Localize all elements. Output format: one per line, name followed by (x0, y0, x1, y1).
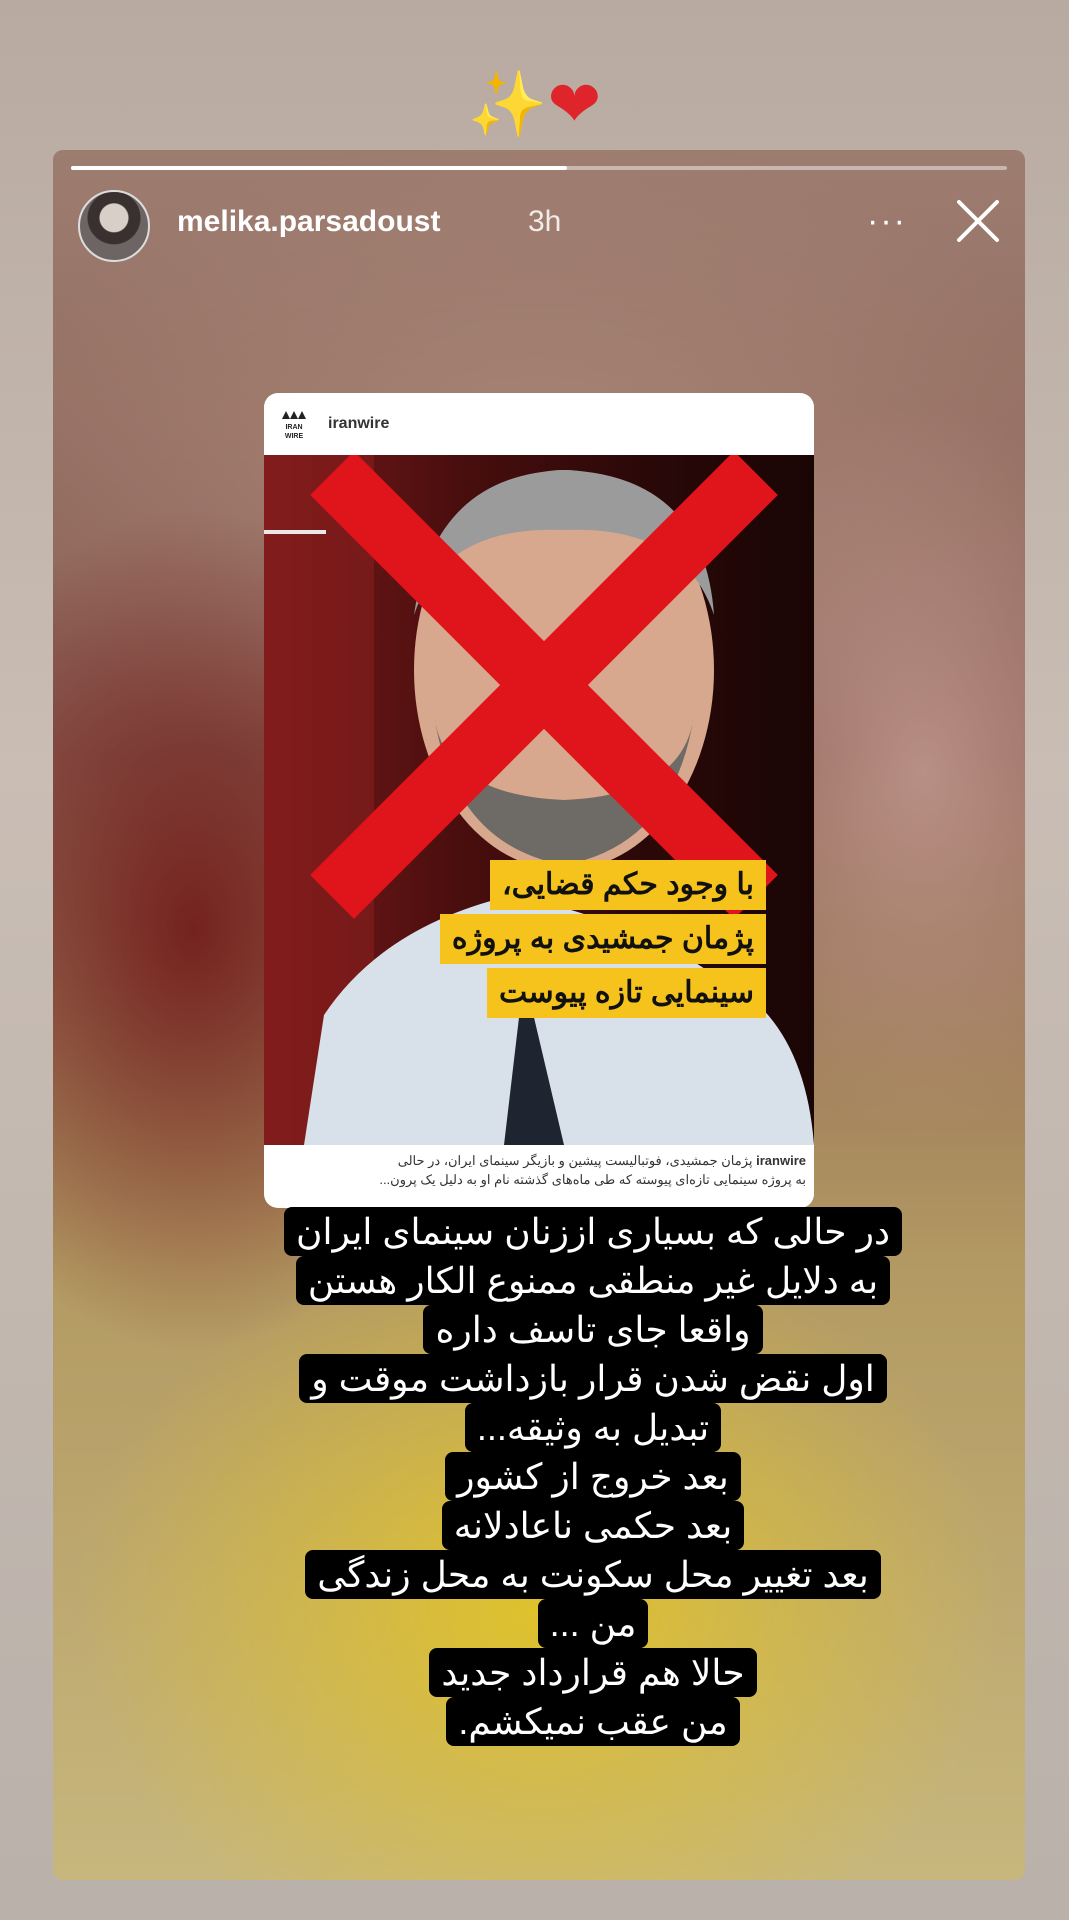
post-caption-line-1: iranwire پژمان جمشیدی، فوتبالیست پیشین و… (397, 1153, 806, 1168)
story-text-line: تبدیل به وثیقه... (464, 1403, 722, 1452)
post-caption-line-2: به پروژه سینمایی تازه‌ای پیوسته که طی ما… (379, 1172, 806, 1187)
story-text-line: اول نقض شدن قرار بازداشت موقت و (299, 1354, 887, 1403)
shared-post[interactable]: IRAN WIRE iranwire با وجود حکم قضایی، پژ… (264, 393, 814, 1208)
post-headline-line-1: با وجود حکم قضایی، (490, 860, 766, 910)
post-account-name[interactable]: iranwire (328, 415, 389, 433)
close-icon[interactable] (953, 196, 1003, 246)
post-header: IRAN WIRE iranwire (264, 393, 814, 455)
post-headline-line-3: سینمایی تازه پیوست (487, 968, 766, 1018)
story-username[interactable]: melika.parsadoust (177, 205, 440, 239)
post-caption-account[interactable]: iranwire (756, 1153, 806, 1168)
story-text-overlay: در حالی که بسیاری اززنان سینمای ایران به… (283, 1207, 903, 1746)
story-text-line: در حالی که بسیاری اززنان سینمای ایران (284, 1207, 902, 1256)
post-caption: iranwire پژمان جمشیدی، فوتبالیست پیشین و… (272, 1151, 806, 1189)
story-text-line: واقعا جای تاسف داره (423, 1305, 763, 1354)
heart-icon: ❤ (547, 68, 602, 142)
svg-text:WIRE: WIRE (285, 433, 304, 440)
story-text-line: من عقب نمیکشم. (446, 1697, 740, 1746)
story-progress-bar (71, 166, 1007, 170)
story-text-line: به دلایل غیر منطقی ممنوع الکار هستن (295, 1256, 891, 1305)
story-frame[interactable]: melika.parsadoust 3h ··· IRAN WIRE iranw… (53, 150, 1025, 1880)
avatar[interactable] (78, 190, 150, 262)
svg-text:IRAN: IRAN (285, 424, 302, 431)
man-portrait (264, 455, 814, 1145)
story-text-line: بعد خروج از کشور (445, 1452, 741, 1501)
story-text-line: بعد حکمی ناعادلانه (441, 1501, 745, 1550)
story-text-line: حالا هم قرارداد جدید (429, 1648, 757, 1697)
post-image: با وجود حکم قضایی، پژمان جمشیدی به پروژه… (264, 455, 814, 1145)
story-progress-fill (71, 166, 568, 170)
story-text-line: من ... (537, 1599, 649, 1648)
more-options-icon[interactable]: ··· (867, 202, 907, 241)
story-time: 3h (528, 205, 562, 238)
story-emojis: ✨❤ (0, 64, 1069, 145)
iranwire-logo: IRAN WIRE (282, 411, 306, 440)
sparkles-icon: ✨ (467, 68, 548, 142)
post-headline-line-2: پژمان جمشیدی به پروژه (439, 914, 766, 964)
story-text-line: بعد تغییر محل سکونت به محل زندگی (305, 1550, 881, 1599)
